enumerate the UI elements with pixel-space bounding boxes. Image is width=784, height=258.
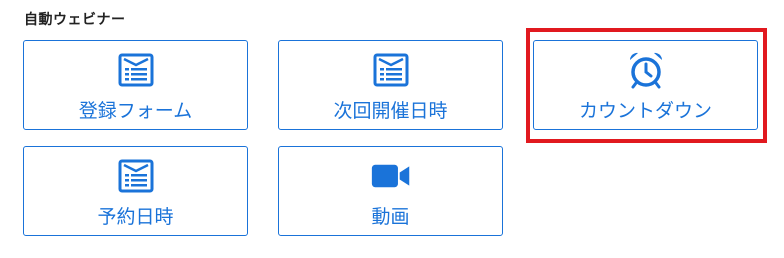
registration-form-card[interactable]: 登録フォーム: [23, 40, 248, 130]
video-card[interactable]: 動画: [278, 146, 503, 236]
next-event-date-label: 次回開催日時: [333, 100, 448, 122]
registration-form-label: 登録フォーム: [78, 100, 193, 122]
form-icon: [371, 51, 411, 89]
video-label: 動画: [371, 206, 410, 228]
alarm-clock-icon: [626, 51, 666, 89]
form-icon: [116, 157, 156, 195]
video-camera-icon: [371, 157, 411, 195]
countdown-label: カウントダウン: [578, 100, 712, 122]
form-icon: [116, 51, 156, 89]
next-event-date-card[interactable]: 次回開催日時: [278, 40, 503, 130]
reservation-date-card[interactable]: 予約日時: [23, 146, 248, 236]
countdown-card[interactable]: カウントダウン: [533, 40, 758, 130]
section-title: 自動ウェビナー: [24, 12, 126, 28]
reservation-date-label: 予約日時: [97, 206, 174, 228]
auto-webinar-panel: 自動ウェビナー 登録フォーム 次回開催日時 カウントダウン 予約日時 動画: [0, 0, 784, 258]
